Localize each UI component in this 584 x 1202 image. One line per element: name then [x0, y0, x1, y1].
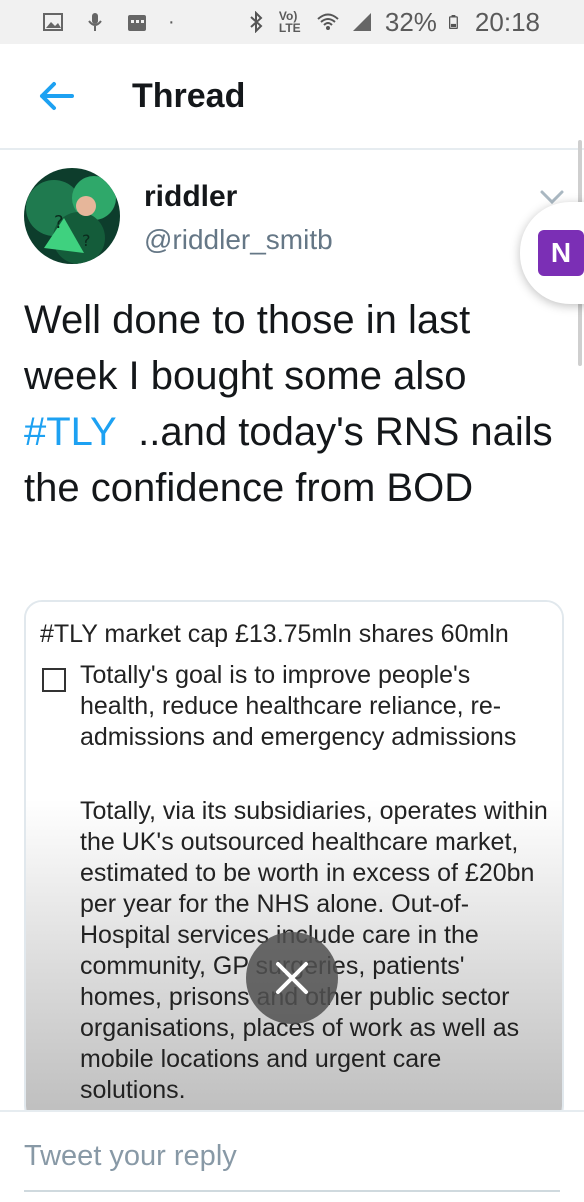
battery-level: 32%: [384, 6, 437, 37]
hashtag-link[interactable]: #TLY: [24, 410, 116, 454]
reply-underline: [24, 1190, 560, 1192]
card-paragraph-1: Totally's goal is to improve people's he…: [80, 661, 517, 751]
checkbox-icon: [42, 668, 66, 692]
author-name[interactable]: riddler: [144, 180, 237, 214]
card-title: #TLY market cap £13.75mln shares 60mln: [40, 620, 509, 648]
clock: 20:18: [474, 6, 540, 37]
author-handle[interactable]: @riddler_smitb: [144, 224, 333, 256]
status-dot: ·: [168, 10, 175, 33]
thread-header: Thread: [0, 44, 584, 150]
reply-bar: Tweet your reply: [0, 1110, 584, 1202]
tweet-text-part1: Well done to those in last week I bought…: [24, 298, 471, 398]
calendar-icon: [128, 15, 146, 31]
battery-icon: [448, 15, 458, 29]
arrow-left-icon: [40, 82, 74, 110]
signal-icon: [352, 13, 371, 31]
reply-input[interactable]: Tweet your reply: [24, 1140, 237, 1173]
onenote-icon: N: [538, 230, 584, 276]
back-button[interactable]: [36, 76, 76, 116]
close-icon: [276, 962, 308, 994]
bluetooth-icon: [250, 11, 263, 33]
mic-icon: [88, 13, 102, 31]
tweet-image-card[interactable]: #TLY market cap £13.75mln shares 60mln T…: [24, 600, 564, 1124]
network-type: Vo) LTE: [278, 9, 301, 35]
tweet-text: Well done to those in last week I bought…: [24, 292, 564, 516]
card-image: #TLY market cap £13.75mln shares 60mln T…: [26, 602, 562, 1122]
svg-text:?: ?: [82, 231, 91, 250]
page-title: Thread: [132, 76, 246, 115]
onenote-floating-button[interactable]: N: [520, 202, 584, 304]
status-bar: · Vo) LTE 32% 20:18: [0, 0, 584, 44]
wifi-icon: [317, 13, 339, 30]
avatar[interactable]: ? ?: [24, 168, 120, 264]
image-icon: [43, 13, 63, 31]
svg-text:?: ?: [54, 212, 64, 233]
close-button[interactable]: [246, 932, 338, 1024]
